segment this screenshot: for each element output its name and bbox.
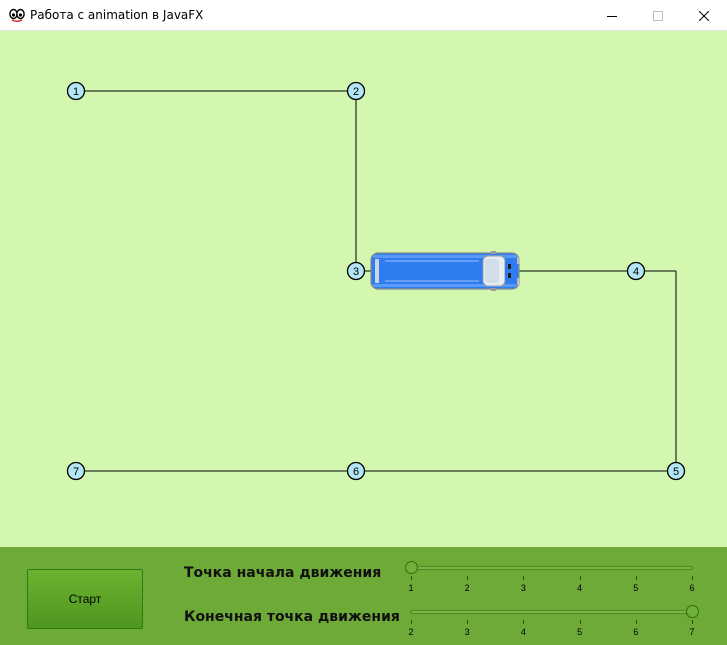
node-label: 4 xyxy=(633,266,639,278)
maximize-icon xyxy=(653,10,663,21)
slider-tick xyxy=(579,620,581,624)
end-point-slider[interactable]: 2 3 4 5 6 7 xyxy=(408,603,699,639)
node-label: 3 xyxy=(353,266,359,278)
path-drawing: 1 2 3 4 5 6 7 xyxy=(66,81,686,481)
slider-tick xyxy=(467,620,469,624)
slider-track[interactable] xyxy=(410,566,693,570)
bus-icon xyxy=(370,251,520,291)
end-point-label: Конечная точка движения xyxy=(184,609,400,625)
slider-tick-label: 1 xyxy=(408,583,414,593)
node-label: 2 xyxy=(353,86,359,98)
slider-tick-label: 5 xyxy=(633,583,639,593)
slider-tick-label: 6 xyxy=(689,583,695,593)
node-label: 1 xyxy=(73,86,79,98)
close-icon xyxy=(699,10,709,21)
slider-tick xyxy=(635,620,637,624)
close-button[interactable] xyxy=(681,0,727,31)
slider-tick-label: 2 xyxy=(464,583,470,593)
node-label: 7 xyxy=(73,466,79,478)
slider-tick xyxy=(467,576,469,580)
path-node-4: 4 xyxy=(626,261,646,281)
slider-tick-label: 6 xyxy=(633,627,639,637)
title-bar: Работа с animation в JavaFX xyxy=(0,0,727,31)
slider-tick-label: 3 xyxy=(520,583,526,593)
start-point-slider[interactable]: 1 2 3 4 5 6 xyxy=(405,559,695,595)
path-node-3: 3 xyxy=(346,261,366,281)
path-node-1: 1 xyxy=(66,81,86,101)
animation-canvas: 1 2 3 4 5 6 7 xyxy=(0,31,727,547)
slider-tick xyxy=(692,576,693,580)
slider-tick-label: 3 xyxy=(464,627,470,637)
minimize-button[interactable] xyxy=(589,0,635,31)
slider-tick-label: 2 xyxy=(408,627,414,637)
slider-thumb[interactable] xyxy=(686,605,699,618)
slider-tick xyxy=(635,576,637,580)
slider-tick-label: 4 xyxy=(577,583,583,593)
path-node-6: 6 xyxy=(346,461,366,481)
maximize-button[interactable] xyxy=(635,0,681,31)
slider-tick xyxy=(523,576,525,580)
slider-tick xyxy=(692,620,693,624)
slider-tick xyxy=(523,620,525,624)
slider-tick xyxy=(579,576,581,580)
slider-tick xyxy=(411,620,412,624)
slider-thumb[interactable] xyxy=(405,561,418,574)
slider-tick-label: 7 xyxy=(689,627,695,637)
path-node-2: 2 xyxy=(346,81,366,101)
slider-tick-label: 4 xyxy=(520,627,526,637)
app-icon xyxy=(9,8,25,22)
node-label: 6 xyxy=(353,466,359,478)
start-button[interactable]: Старт xyxy=(27,569,143,629)
node-label: 5 xyxy=(673,466,679,478)
path-node-7: 7 xyxy=(66,461,86,481)
slider-tick xyxy=(411,576,412,580)
start-point-label: Точка начала движения xyxy=(184,565,382,581)
control-panel: Старт Точка начала движения Конечная точ… xyxy=(0,547,727,645)
slider-track[interactable] xyxy=(410,610,693,614)
slider-tick-label: 5 xyxy=(577,627,583,637)
window-title: Работа с animation в JavaFX xyxy=(30,8,204,22)
minimize-icon xyxy=(607,11,617,21)
path-node-5: 5 xyxy=(666,461,686,481)
